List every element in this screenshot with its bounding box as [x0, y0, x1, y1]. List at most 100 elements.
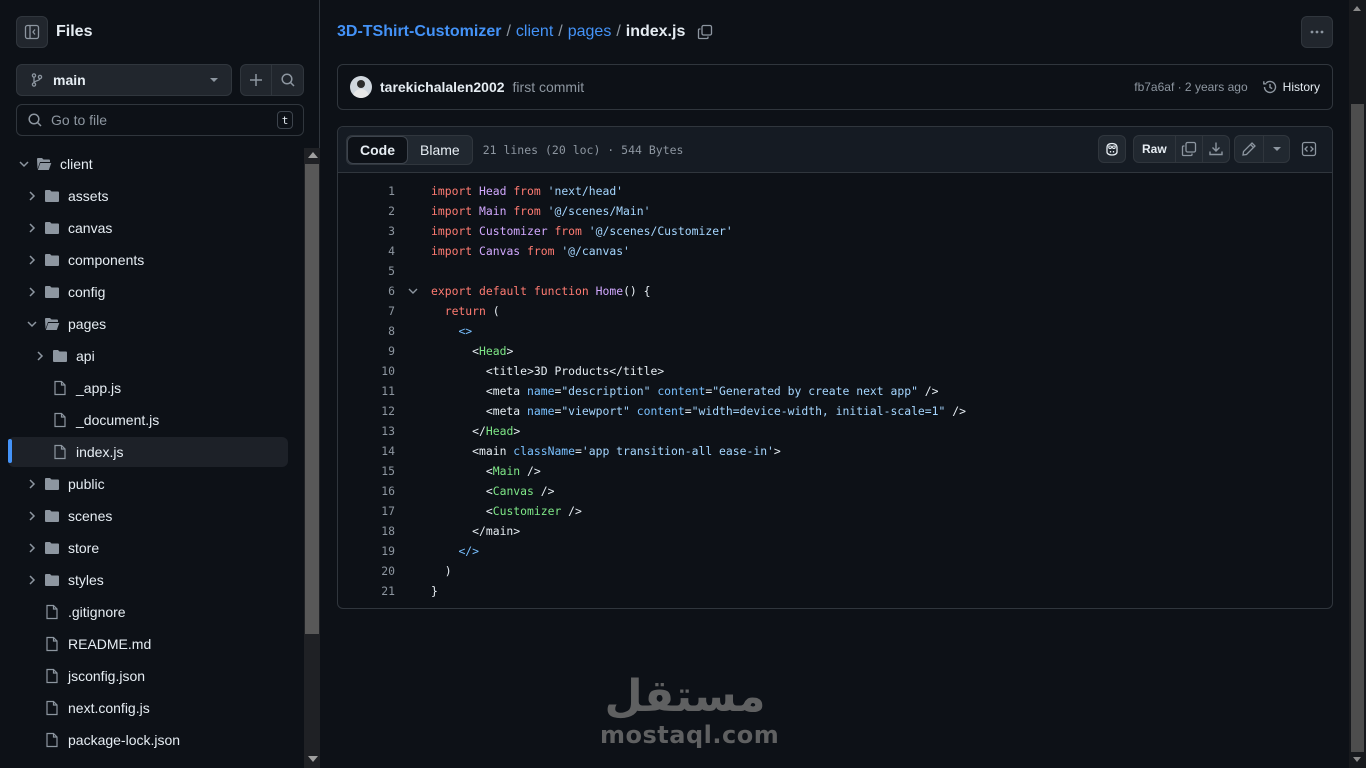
sidebar-scrollbar-thumb[interactable]: [305, 164, 319, 634]
scroll-up-arrow-icon[interactable]: [308, 152, 318, 158]
line-number[interactable]: 7: [338, 304, 395, 318]
line-number[interactable]: 11: [338, 384, 395, 398]
line-number[interactable]: 16: [338, 484, 395, 498]
line-number[interactable]: 18: [338, 524, 395, 538]
code-line[interactable]: 2 import Main from '@/scenes/Main': [338, 201, 1332, 221]
line-number[interactable]: 2: [338, 204, 395, 218]
code-line[interactable]: 3 import Customizer from '@/scenes/Custom…: [338, 221, 1332, 241]
line-number[interactable]: 20: [338, 564, 395, 578]
line-number[interactable]: 12: [338, 404, 395, 418]
branch-selector[interactable]: main: [16, 64, 232, 96]
code-line[interactable]: 21}: [338, 581, 1332, 601]
raw-button[interactable]: Raw: [1134, 136, 1175, 162]
tree-item-app-js[interactable]: _app.js: [8, 373, 288, 403]
tree-toggle[interactable]: [24, 316, 40, 332]
breadcrumb-link-pages[interactable]: pages: [568, 23, 612, 41]
tree-toggle[interactable]: [24, 476, 40, 492]
tree-toggle[interactable]: [24, 540, 40, 556]
commit-message[interactable]: first commit: [513, 79, 585, 95]
code-line[interactable]: 16 <Canvas />: [338, 481, 1332, 501]
tree-item-client[interactable]: client: [8, 149, 288, 179]
commit-hash-age[interactable]: fb7a6af · 2 years ago: [1134, 80, 1247, 94]
code-line[interactable]: 9 <Head>: [338, 341, 1332, 361]
line-number[interactable]: 3: [338, 224, 395, 238]
line-number[interactable]: 15: [338, 464, 395, 478]
line-number[interactable]: 8: [338, 324, 395, 338]
tree-item-readme-md[interactable]: README.md: [8, 629, 288, 659]
code-line[interactable]: 20 ): [338, 561, 1332, 581]
tab-code[interactable]: Code: [347, 135, 408, 164]
line-number[interactable]: 6: [338, 284, 395, 298]
tree-item-jsconfig-json[interactable]: jsconfig.json: [8, 661, 288, 691]
scroll-down-arrow-icon[interactable]: [1353, 757, 1361, 762]
code-line[interactable]: 4 import Canvas from '@/canvas': [338, 241, 1332, 261]
code-line[interactable]: 13 </Head>: [338, 421, 1332, 441]
tree-item-canvas[interactable]: canvas: [8, 213, 288, 243]
line-number[interactable]: 9: [338, 344, 395, 358]
code-line[interactable]: 14 <main className='app transition-all e…: [338, 441, 1332, 461]
tree-item-gitignore[interactable]: .gitignore: [8, 597, 288, 627]
tree-item-assets[interactable]: assets: [8, 181, 288, 211]
code-line[interactable]: 11 <meta name="description" content="Gen…: [338, 381, 1332, 401]
scroll-down-arrow-icon[interactable]: [308, 756, 318, 762]
code-line[interactable]: 18 </main>: [338, 521, 1332, 541]
tree-toggle[interactable]: [16, 156, 32, 172]
copy-raw-button[interactable]: [1174, 136, 1202, 162]
line-number[interactable]: 14: [338, 444, 395, 458]
code-line[interactable]: 12 <meta name="viewport" content="width=…: [338, 401, 1332, 421]
code-line[interactable]: 7 return (: [338, 301, 1332, 321]
code-line[interactable]: 19 </>: [338, 541, 1332, 561]
copy-path-button[interactable]: [697, 24, 713, 40]
edit-file-button[interactable]: [1235, 136, 1263, 162]
tree-item-scenes[interactable]: scenes: [8, 501, 288, 531]
line-number[interactable]: 10: [338, 364, 395, 378]
copilot-button[interactable]: [1098, 135, 1126, 163]
tree-item-api[interactable]: api: [8, 341, 288, 371]
tree-toggle[interactable]: [24, 284, 40, 300]
tree-item-pages[interactable]: pages: [8, 309, 288, 339]
tree-toggle[interactable]: [24, 220, 40, 236]
fold-toggle[interactable]: [395, 285, 431, 297]
breadcrumb-repo-link[interactable]: 3D-TShirt-Customizer: [337, 23, 501, 41]
go-to-file-input[interactable]: Go to file t: [16, 104, 304, 136]
avatar[interactable]: [350, 76, 372, 98]
line-number[interactable]: 1: [338, 184, 395, 198]
page-scrollbar-thumb[interactable]: [1351, 104, 1364, 752]
tree-item-public[interactable]: public: [8, 469, 288, 499]
tree-toggle[interactable]: [24, 508, 40, 524]
code-line[interactable]: 10 <title>3D Products</title>: [338, 361, 1332, 381]
tree-item-config[interactable]: config: [8, 277, 288, 307]
line-number[interactable]: 13: [338, 424, 395, 438]
tree-item-package-lock-json[interactable]: package-lock.json: [8, 725, 288, 755]
code-line[interactable]: 15 <Main />: [338, 461, 1332, 481]
tree-item-components[interactable]: components: [8, 245, 288, 275]
commit-author[interactable]: tarekichalalen2002: [380, 79, 505, 95]
code-line[interactable]: 8 <>: [338, 321, 1332, 341]
tree-item-store[interactable]: store: [8, 533, 288, 563]
line-number[interactable]: 21: [338, 584, 395, 598]
tree-toggle[interactable]: [24, 188, 40, 204]
tree-item-document-js[interactable]: _document.js: [8, 405, 288, 435]
tree-item-next-config-js[interactable]: next.config.js: [8, 693, 288, 723]
more-options-button[interactable]: [1301, 16, 1333, 48]
breadcrumb-link-client[interactable]: client: [516, 23, 553, 41]
tree-toggle[interactable]: [32, 348, 48, 364]
history-button[interactable]: History: [1262, 79, 1320, 95]
edit-options-dropdown[interactable]: [1263, 136, 1289, 162]
tree-toggle[interactable]: [24, 252, 40, 268]
code-line[interactable]: 1 import Head from 'next/head': [338, 181, 1332, 201]
symbols-panel-button[interactable]: [1296, 135, 1324, 163]
tab-blame[interactable]: Blame: [408, 136, 472, 164]
tree-item-index-js[interactable]: index.js: [8, 437, 288, 467]
line-number[interactable]: 17: [338, 504, 395, 518]
add-file-button[interactable]: [241, 65, 273, 95]
download-button[interactable]: [1201, 136, 1229, 162]
line-number[interactable]: 5: [338, 264, 395, 278]
collapse-sidebar-button[interactable]: [16, 16, 48, 48]
scroll-up-arrow-icon[interactable]: [1353, 6, 1361, 11]
line-number[interactable]: 19: [338, 544, 395, 558]
code-line[interactable]: 6 export default function Home() {: [338, 281, 1332, 301]
tree-toggle[interactable]: [24, 572, 40, 588]
code-line[interactable]: 5: [338, 261, 1332, 281]
code-line[interactable]: 17 <Customizer />: [338, 501, 1332, 521]
